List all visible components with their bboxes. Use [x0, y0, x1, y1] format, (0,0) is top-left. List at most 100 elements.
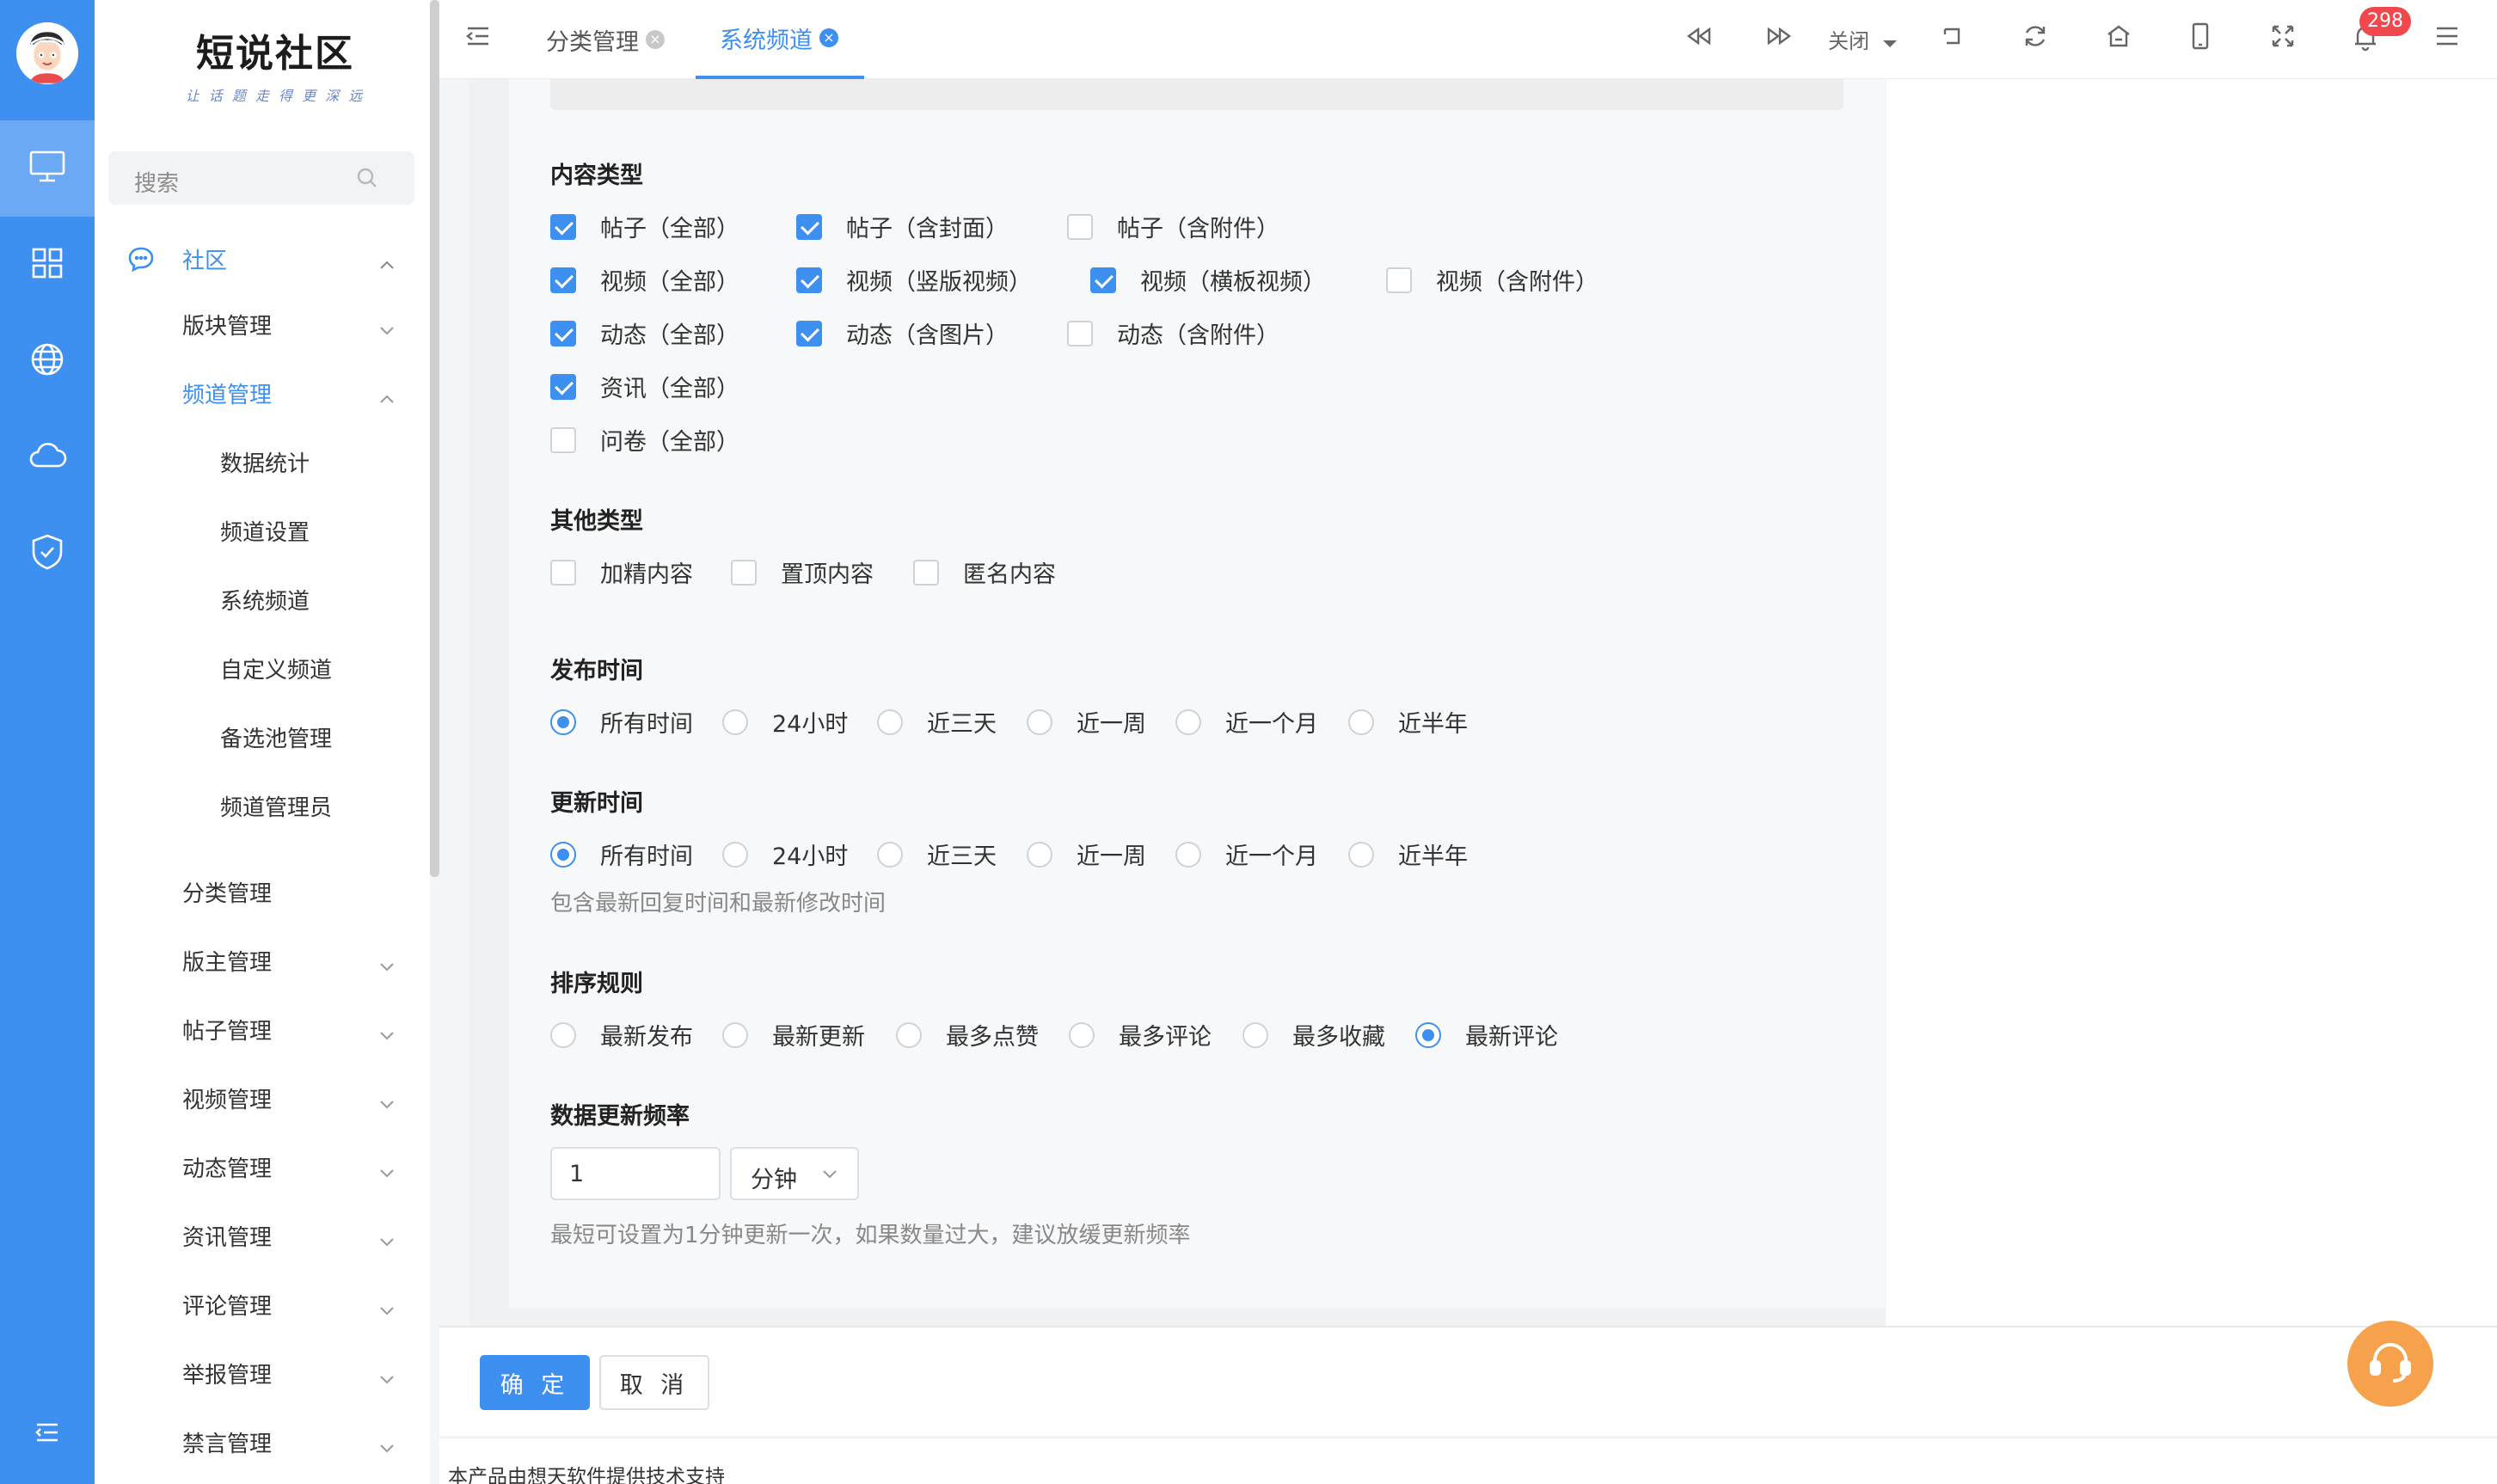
checkbox-moment-all[interactable]: 动态（全部）: [550, 316, 739, 350]
menu-item-videos[interactable]: 视频管理: [95, 1075, 430, 1121]
menu-item-comments[interactable]: 评论管理: [95, 1281, 430, 1328]
checkbox-box[interactable]: [550, 320, 576, 346]
menu-fold-icon[interactable]: [465, 24, 491, 52]
checkbox-box[interactable]: [550, 559, 576, 586]
radio-publish-all[interactable]: 所有时间: [550, 705, 693, 739]
checkbox-video-horizontal[interactable]: 视频（横板视频）: [1090, 263, 1326, 297]
tab-category[interactable]: 分类管理 ×: [546, 0, 665, 79]
radio-circle[interactable]: [550, 708, 576, 735]
radio-circle[interactable]: [877, 708, 903, 735]
checkbox-video-attachment[interactable]: 视频（含附件）: [1386, 263, 1598, 297]
menu-subitem-stats[interactable]: 数据统计: [95, 438, 430, 485]
close-dropdown[interactable]: 关闭: [1828, 24, 1899, 54]
radio-circle[interactable]: [1175, 841, 1201, 868]
menu-item-channel[interactable]: 频道管理: [95, 370, 430, 416]
checkbox-post-attachment[interactable]: 帖子（含附件）: [1067, 210, 1279, 243]
menu-scrollbar[interactable]: [430, 0, 439, 877]
menu-item-posts[interactable]: 帖子管理: [95, 1006, 430, 1052]
radio-update-24h[interactable]: 24小时: [722, 837, 848, 871]
rail-desktop[interactable]: [0, 120, 95, 217]
menu-subitem-system-channel[interactable]: 系统频道: [95, 576, 430, 622]
checkbox-box[interactable]: [1386, 267, 1412, 293]
radio-sort-latest-update[interactable]: 最新更新: [722, 1018, 865, 1052]
radio-sort-most-likes[interactable]: 最多点赞: [896, 1018, 1039, 1052]
radio-circle[interactable]: [1069, 1021, 1095, 1048]
menu-subitem-channel-settings[interactable]: 频道设置: [95, 507, 430, 554]
close-icon[interactable]: ×: [646, 30, 665, 49]
radio-publish-1m[interactable]: 近一个月: [1175, 705, 1318, 739]
undo-icon[interactable]: [1940, 24, 1964, 52]
checkbox-box[interactable]: [550, 213, 576, 240]
forward-icon[interactable]: [1766, 24, 1792, 52]
cancel-button[interactable]: 取 消: [599, 1355, 709, 1410]
checkbox-box[interactable]: [1067, 213, 1093, 240]
backward-icon[interactable]: [1686, 24, 1712, 52]
rail-cloud[interactable]: [0, 409, 95, 506]
radio-update-6m[interactable]: 近半年: [1348, 837, 1468, 871]
checkbox-moment-attachment[interactable]: 动态（含附件）: [1067, 316, 1279, 350]
radio-circle[interactable]: [1175, 708, 1201, 735]
mobile-icon[interactable]: [2189, 21, 2212, 54]
menu-subitem-channel-admin[interactable]: 频道管理员: [95, 782, 430, 829]
tab-system-channel[interactable]: 系统频道 ×: [696, 0, 864, 79]
radio-update-1w[interactable]: 近一周: [1027, 837, 1146, 871]
menu-root-community[interactable]: 社区: [95, 236, 430, 282]
customer-support-button[interactable]: [2347, 1321, 2433, 1407]
radio-circle[interactable]: [1027, 708, 1052, 735]
checkbox-box[interactable]: [796, 267, 822, 293]
home-icon[interactable]: [2105, 22, 2132, 53]
more-menu-icon[interactable]: [2434, 24, 2460, 52]
menu-item-moments[interactable]: 动态管理: [95, 1144, 430, 1190]
checkbox-anonymous[interactable]: 匿名内容: [913, 555, 1056, 589]
radio-circle[interactable]: [550, 841, 576, 868]
checkbox-box[interactable]: [550, 373, 576, 400]
radio-sort-most-favorites[interactable]: 最多收藏: [1242, 1018, 1385, 1052]
confirm-button[interactable]: 确 定: [480, 1355, 590, 1410]
menu-item-news[interactable]: 资讯管理: [95, 1212, 430, 1259]
menu-item-reports[interactable]: 举报管理: [95, 1350, 430, 1396]
refresh-icon[interactable]: [2022, 22, 2049, 53]
radio-sort-latest-publish[interactable]: 最新发布: [550, 1018, 693, 1052]
radio-sort-most-comments[interactable]: 最多评论: [1069, 1018, 1212, 1052]
rail-collapse[interactable]: [0, 1386, 95, 1482]
radio-update-all[interactable]: 所有时间: [550, 837, 693, 871]
checkbox-box[interactable]: [796, 320, 822, 346]
menu-item-section[interactable]: 版块管理: [95, 301, 430, 347]
refresh-rate-input[interactable]: 1: [550, 1147, 721, 1200]
checkbox-moment-image[interactable]: 动态（含图片）: [796, 316, 1009, 350]
checkbox-video-vertical[interactable]: 视频（竖版视频）: [796, 263, 1032, 297]
checkbox-news-all[interactable]: 资讯（全部）: [550, 370, 739, 403]
refresh-unit-select[interactable]: 分钟: [730, 1147, 859, 1200]
radio-circle[interactable]: [722, 708, 748, 735]
radio-circle[interactable]: [1415, 1021, 1441, 1048]
menu-subitem-custom-channel[interactable]: 自定义频道: [95, 645, 430, 691]
radio-sort-latest-comment[interactable]: 最新评论: [1415, 1018, 1558, 1052]
radio-publish-6m[interactable]: 近半年: [1348, 705, 1468, 739]
radio-circle[interactable]: [722, 1021, 748, 1048]
checkbox-post-all[interactable]: 帖子（全部）: [550, 210, 739, 243]
fullscreen-icon[interactable]: [2271, 24, 2295, 52]
checkbox-box[interactable]: [796, 213, 822, 240]
checkbox-box[interactable]: [550, 267, 576, 293]
checkbox-box[interactable]: [1067, 320, 1093, 346]
avatar[interactable]: [16, 22, 78, 84]
rail-globe[interactable]: [0, 313, 95, 409]
menu-search[interactable]: 搜索: [108, 151, 414, 205]
radio-circle[interactable]: [1348, 708, 1374, 735]
radio-circle[interactable]: [550, 1021, 576, 1048]
brand-logo[interactable]: 短说社区 让 话 题 走 得 更 深 远: [172, 22, 378, 105]
radio-publish-3d[interactable]: 近三天: [877, 705, 997, 739]
radio-circle[interactable]: [1242, 1021, 1268, 1048]
checkbox-video-all[interactable]: 视频（全部）: [550, 263, 739, 297]
radio-publish-24h[interactable]: 24小时: [722, 705, 848, 739]
radio-update-1m[interactable]: 近一个月: [1175, 837, 1318, 871]
checkbox-box[interactable]: [731, 559, 757, 586]
close-icon[interactable]: ×: [819, 28, 838, 47]
radio-circle[interactable]: [896, 1021, 922, 1048]
radio-update-3d[interactable]: 近三天: [877, 837, 997, 871]
checkbox-box[interactable]: [1090, 267, 1116, 293]
radio-circle[interactable]: [1027, 841, 1052, 868]
radio-circle[interactable]: [1348, 841, 1374, 868]
checkbox-pinned[interactable]: 置顶内容: [731, 555, 874, 589]
menu-item-category[interactable]: 分类管理: [95, 868, 430, 915]
